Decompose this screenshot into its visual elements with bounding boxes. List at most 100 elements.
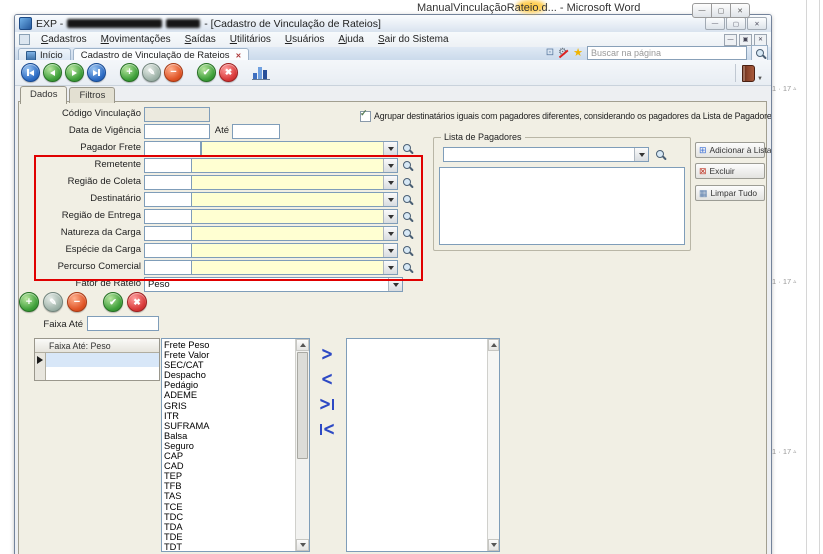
menu-item[interactable]: Movimentações xyxy=(94,33,178,46)
faixa-ate-field[interactable] xyxy=(87,316,159,331)
excluir-label: Excluir xyxy=(710,166,735,176)
menu-item[interactable]: Saídas xyxy=(178,33,223,46)
pagador-lista-combo[interactable] xyxy=(443,147,649,162)
list-item[interactable]: SEC/CAT xyxy=(164,360,294,370)
move-right-button[interactable]: > xyxy=(315,345,339,363)
limpar-tudo-button[interactable]: ▦ Limpar Tudo xyxy=(695,185,765,201)
selecionados-listbox[interactable] xyxy=(346,338,500,552)
app-close-button[interactable]: ✕ xyxy=(747,17,767,30)
codigo-vinculacao-field[interactable] xyxy=(144,107,210,122)
main-toolbar: + ✎ − ✔ ✖ ▼ xyxy=(15,60,771,86)
search-button[interactable] xyxy=(751,45,768,61)
mdi-minimize-button[interactable]: — xyxy=(724,34,737,46)
faixa-edit-button[interactable]: ✎ xyxy=(43,292,63,312)
faixa-confirm-button[interactable]: ✔ xyxy=(103,292,123,312)
pagador-frete-search-icon[interactable] xyxy=(399,140,414,155)
help-book-icon[interactable] xyxy=(742,65,755,82)
pagadores-list[interactable] xyxy=(439,167,685,245)
confirm-button[interactable]: ✔ xyxy=(197,63,216,82)
word-ruler-mark: 1 · 17▵ xyxy=(772,447,796,456)
list-item[interactable]: TAS xyxy=(164,491,294,501)
toolbar-dropdown-icon[interactable]: ▼ xyxy=(757,76,763,82)
menu-item[interactable]: Utilitários xyxy=(223,33,278,46)
cancel-button[interactable]: ✖ xyxy=(219,63,238,82)
list-item[interactable]: Pedágio xyxy=(164,380,294,390)
faixas-grid[interactable]: Faixa Até: Peso xyxy=(34,338,160,381)
next-record-button[interactable] xyxy=(65,63,84,82)
menu-item[interactable]: Ajuda xyxy=(331,33,371,46)
toolbar-separator xyxy=(735,64,736,82)
list-item[interactable]: CAD xyxy=(164,461,294,471)
scroll-up-icon[interactable] xyxy=(296,339,309,351)
list-item[interactable]: GRIS xyxy=(164,401,294,411)
combo-arrow-icon[interactable] xyxy=(634,148,648,161)
scrollbar[interactable] xyxy=(487,339,499,551)
menu-item[interactable]: Sair do Sistema xyxy=(371,33,456,46)
list-item[interactable]: CAP xyxy=(164,451,294,461)
tab-close-icon[interactable]: ✕ xyxy=(235,52,241,60)
list-item[interactable]: SUFRAMA xyxy=(164,421,294,431)
toolbar-right: ▼ xyxy=(735,64,765,82)
add-record-button[interactable]: + xyxy=(120,63,139,82)
list-item[interactable]: Despacho xyxy=(164,370,294,380)
list-item[interactable]: TEP xyxy=(164,471,294,481)
first-record-button[interactable] xyxy=(21,63,40,82)
faixa-add-button[interactable]: + xyxy=(19,292,39,312)
panel-dropdown-icon[interactable]: ⊡ xyxy=(546,48,554,58)
scroll-down-icon[interactable] xyxy=(488,539,499,551)
list-item[interactable]: TDC xyxy=(164,512,294,522)
word-restore-button[interactable]: ▢ xyxy=(712,3,731,18)
scroll-down-icon[interactable] xyxy=(296,539,309,551)
faixa-delete-button[interactable]: − xyxy=(67,292,87,312)
data-vigencia-ate-field[interactable] xyxy=(232,124,280,139)
word-minimize-button[interactable]: — xyxy=(692,3,712,18)
edit-record-button[interactable]: ✎ xyxy=(142,63,161,82)
customize-icon[interactable]: ⚙ xyxy=(558,48,569,58)
list-item[interactable]: Balsa xyxy=(164,431,294,441)
mdi-close-button[interactable]: ✕ xyxy=(754,34,767,46)
move-left-button[interactable]: < xyxy=(315,370,339,388)
pagador-lista-search-icon[interactable] xyxy=(652,146,667,161)
favorites-star-icon[interactable]: ★ xyxy=(573,48,583,59)
chart-icon[interactable] xyxy=(252,65,270,80)
list-item[interactable]: TCE xyxy=(164,502,294,512)
previous-record-button[interactable] xyxy=(43,63,62,82)
word-ruler-mark: 1 · 17▵ xyxy=(772,277,796,286)
adicionar-lista-button[interactable]: ⊞ Adicionar à Lista xyxy=(695,142,765,158)
componentes-listbox[interactable]: Frete PesoFrete ValorSEC/CATDespachoPedá… xyxy=(161,338,310,552)
word-close-button[interactable]: ✕ xyxy=(731,3,750,18)
list-item[interactable]: TDE xyxy=(164,532,294,542)
tab-filtros[interactable]: Filtros xyxy=(69,87,115,103)
combo-arrow-icon[interactable] xyxy=(383,142,397,155)
move-all-left-button[interactable]: < xyxy=(315,420,339,438)
pagador-frete-combo[interactable] xyxy=(201,141,398,156)
list-item[interactable]: Frete Peso xyxy=(164,340,294,350)
delete-record-button[interactable]: − xyxy=(164,63,183,82)
list-item[interactable]: Seguro xyxy=(164,441,294,451)
list-item[interactable]: TDA xyxy=(164,522,294,532)
scrollbar[interactable] xyxy=(295,339,309,551)
move-all-right-button[interactable]: > xyxy=(315,395,339,413)
app-minimize-button[interactable]: — xyxy=(705,17,725,30)
app-icon xyxy=(19,17,32,30)
pagador-frete-code-field[interactable] xyxy=(144,141,201,156)
grid-selected-row[interactable] xyxy=(46,353,159,367)
scroll-thumb[interactable] xyxy=(297,352,308,459)
list-item[interactable]: Frete Valor xyxy=(164,350,294,360)
tab-dados[interactable]: Dados xyxy=(20,86,67,104)
faixa-cancel-button[interactable]: ✖ xyxy=(127,292,147,312)
menu-item[interactable]: Cadastros xyxy=(34,33,94,46)
search-input[interactable] xyxy=(587,46,747,60)
agrupar-checkbox[interactable]: ✓ xyxy=(360,111,371,122)
scroll-up-icon[interactable] xyxy=(488,339,499,351)
list-item[interactable]: TDT xyxy=(164,542,294,550)
app-restore-button[interactable]: ▢ xyxy=(726,17,746,30)
menu-item[interactable]: Usuários xyxy=(278,33,331,46)
mdi-restore-button[interactable]: ▣ xyxy=(739,34,752,46)
list-item[interactable]: ADEME xyxy=(164,390,294,400)
list-item[interactable]: ITR xyxy=(164,411,294,421)
menu-items: CadastrosMovimentaçõesSaídasUtilitáriosU… xyxy=(34,33,456,46)
list-item[interactable]: TFB xyxy=(164,481,294,491)
last-record-button[interactable] xyxy=(87,63,106,82)
excluir-button[interactable]: ⊠ Excluir xyxy=(695,163,765,179)
